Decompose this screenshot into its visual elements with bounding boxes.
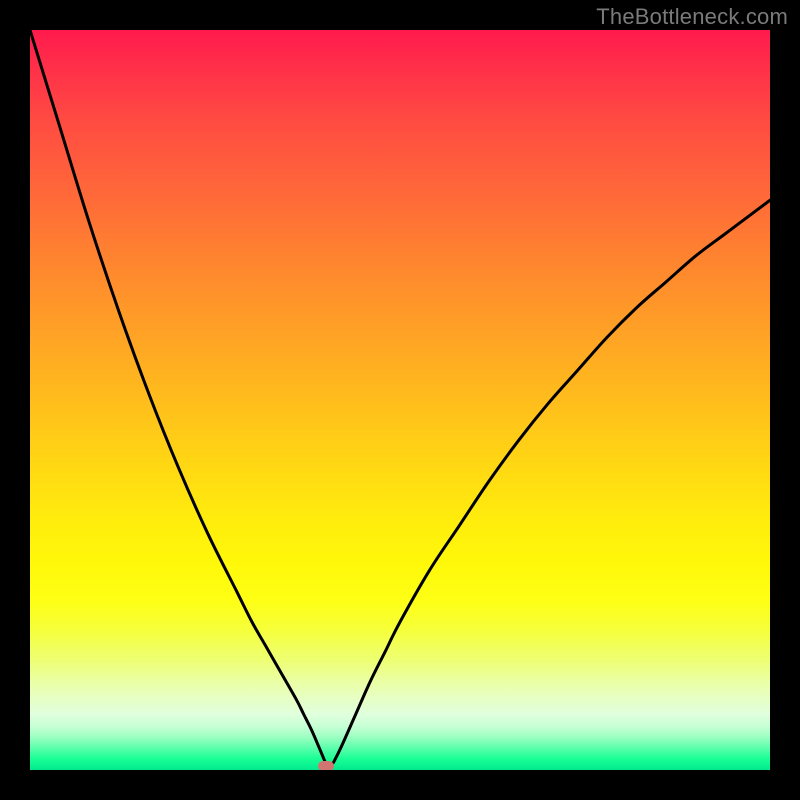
curve-right-branch (333, 200, 770, 762)
minimum-marker (318, 761, 334, 770)
watermark-text: TheBottleneck.com (596, 4, 788, 30)
chart-frame: TheBottleneck.com (0, 0, 800, 800)
bottleneck-curve (30, 30, 770, 770)
plot-area (30, 30, 770, 770)
curve-left-branch (30, 30, 326, 764)
